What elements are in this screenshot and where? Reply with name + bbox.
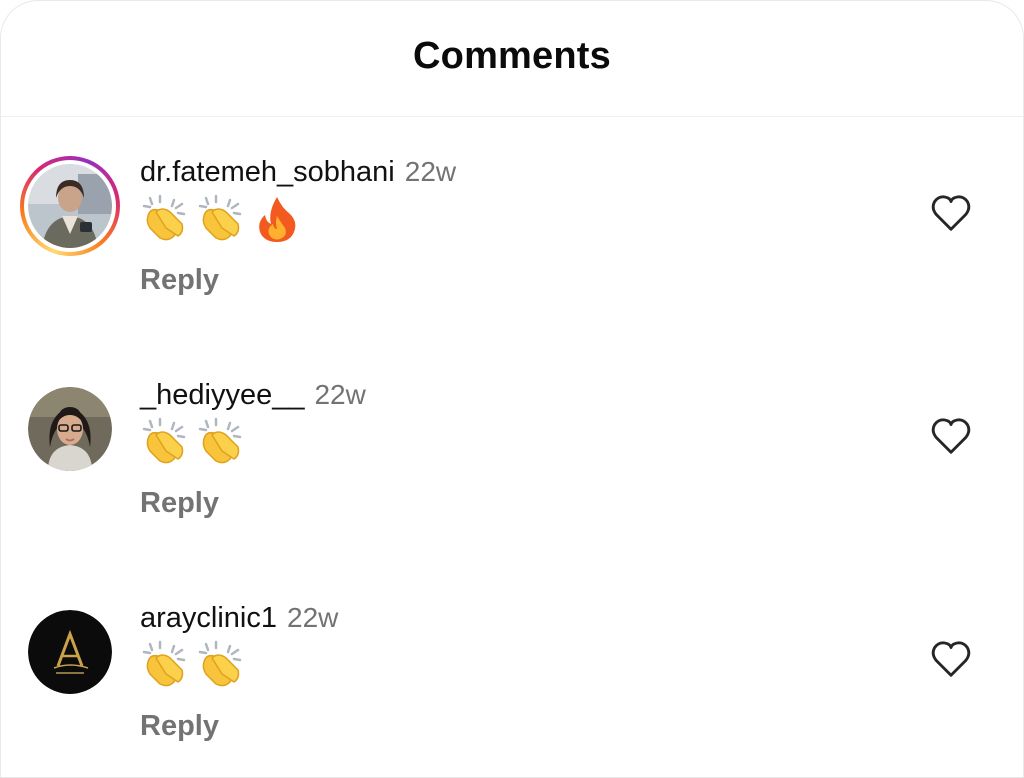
clapping-hands-emoji	[142, 640, 186, 687]
avatar	[28, 164, 112, 248]
comment-username[interactable]: _hediyyee__	[140, 379, 304, 412]
comment-text	[140, 194, 302, 244]
avatar-container[interactable]	[20, 379, 120, 479]
heart-outline-icon[interactable]	[928, 413, 974, 459]
fire-emoji	[259, 197, 296, 242]
heart-outline-icon[interactable]	[928, 636, 974, 682]
comment-item: _hediyyee__ 22w Reply	[0, 379, 1024, 579]
comment-username[interactable]: arayclinic1	[140, 602, 277, 635]
comment-text	[140, 640, 246, 690]
reply-button[interactable]: Reply	[140, 264, 219, 297]
clapping-hands-emoji	[142, 194, 186, 241]
avatar	[28, 387, 112, 471]
heart-outline-icon[interactable]	[928, 190, 974, 236]
page-title: Comments	[413, 34, 611, 77]
comment-username[interactable]: dr.fatemeh_sobhani	[140, 156, 395, 189]
clapping-hands-emoji	[198, 640, 242, 687]
clapping-hands-emoji	[142, 417, 186, 464]
comment-timestamp: 22w	[314, 379, 366, 410]
avatar-container[interactable]	[20, 602, 120, 702]
clapping-hands-emoji	[198, 194, 242, 241]
comment-item: arayclinic1 22w Reply	[0, 602, 1024, 778]
comments-header: Comments	[0, 0, 1024, 117]
reply-button[interactable]: Reply	[140, 710, 219, 743]
comment-timestamp: 22w	[404, 156, 457, 187]
comment-item: dr.fatemeh_sobhani 22w Reply	[0, 156, 1024, 356]
avatar-story-ring[interactable]	[20, 156, 120, 256]
avatar	[28, 610, 112, 694]
reply-button[interactable]: Reply	[140, 487, 219, 520]
comment-text	[140, 417, 246, 467]
comment-timestamp: 22w	[287, 602, 339, 633]
comments-sheet: Comments dr.fatemeh_sobhani 22w Reply _h…	[0, 0, 1024, 778]
clapping-hands-emoji	[198, 417, 242, 464]
